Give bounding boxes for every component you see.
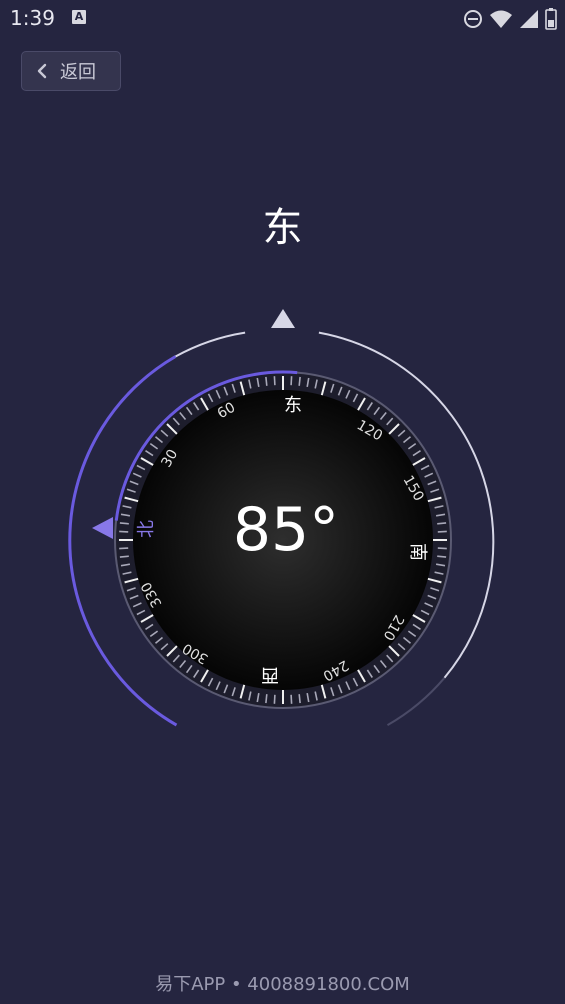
wifi-icon — [490, 10, 512, 28]
dial-tick — [119, 522, 129, 525]
status-icons — [463, 6, 557, 32]
dial-tick — [437, 530, 447, 533]
dial-tick — [119, 555, 129, 558]
back-button[interactable]: 返回 — [21, 51, 121, 91]
dial-tick — [437, 547, 447, 550]
dial-tick — [273, 694, 276, 704]
outer-ring-top-arc — [175, 331, 246, 358]
battery-icon — [545, 8, 557, 30]
dial-tick — [298, 376, 301, 386]
dial-tick — [119, 547, 129, 550]
dial-tick — [437, 555, 447, 558]
heading-pointer-icon — [271, 309, 295, 328]
status-bar: 1:39 A — [0, 0, 565, 38]
north-marker-icon — [92, 517, 113, 539]
dial-tick — [290, 376, 293, 386]
dial-tick — [265, 694, 268, 704]
signal-icon — [520, 10, 538, 28]
cardinal-label-west: 西 — [261, 664, 279, 685]
dial-tick — [119, 530, 129, 533]
outer-ring-faint-arc — [387, 677, 446, 726]
status-time: 1:39 — [10, 6, 55, 30]
cardinal-label-south: 南 — [407, 543, 428, 561]
do-not-disturb-icon — [464, 10, 482, 28]
dial-tick — [265, 376, 268, 386]
notification-icon: A — [72, 10, 86, 24]
cardinal-label-north: 北 — [136, 520, 157, 538]
dial-tick — [290, 694, 293, 704]
back-label: 返回 — [60, 62, 96, 83]
footer-watermark: 易下APP • 4008891800.COM — [155, 974, 410, 995]
dial-tick — [437, 522, 447, 525]
direction-title: 东 — [262, 205, 303, 251]
heading-readout: 85° — [233, 495, 339, 565]
compass: 30 60 120 150 210 240 300 330 东 南 西 北 85… — [68, 309, 495, 727]
chevron-left-icon — [37, 63, 47, 79]
dial-tick — [273, 376, 276, 386]
cardinal-label-east: 东 — [284, 395, 302, 416]
dial-tick — [298, 694, 301, 704]
